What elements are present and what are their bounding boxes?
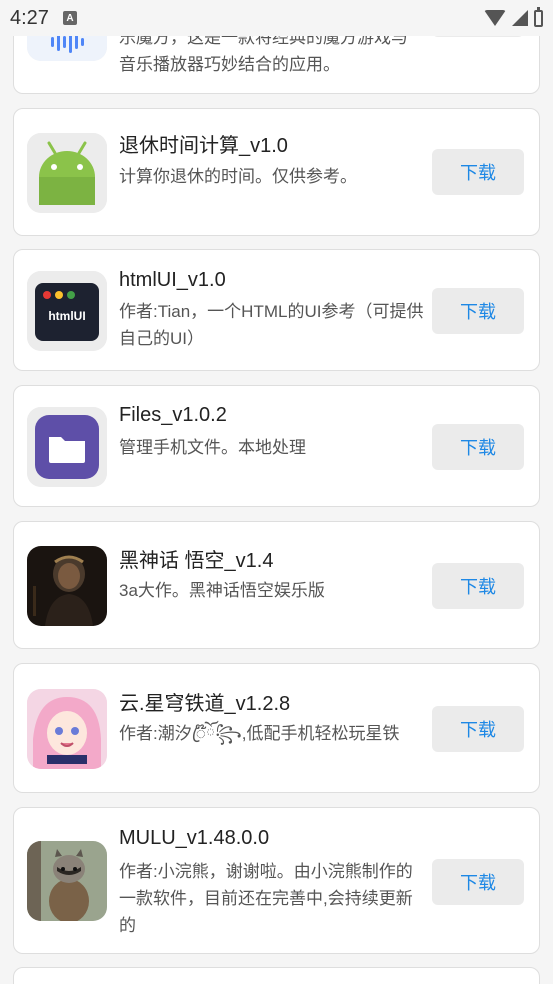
app-card[interactable]: MULU_v1.48.0.0 作者:小浣熊，谢谢啦。由小浣熊制作的一款软件，目前… <box>13 807 540 954</box>
app-description: 管理手机文件。本地处理 <box>119 438 306 457</box>
signal-icon <box>512 10 528 26</box>
download-button[interactable]: 下载 <box>432 563 524 609</box>
app-title: htmlUI_v1.0 <box>119 269 226 291</box>
download-button[interactable]: 下载 <box>432 859 524 905</box>
app-card[interactable]: 黑神话 悟空_v1.4 3a大作。黑神话悟空娱乐版 下载 <box>13 521 540 649</box>
download-button[interactable]: 下载 <box>432 288 524 334</box>
app-title: 黑神话 悟空_v1.4 <box>119 550 274 572</box>
anime-girl-icon <box>27 689 107 769</box>
app-description: 作者:小浣熊，谢谢啦。由小浣熊制作的一款软件，目前还在完善中,会持续更新的 <box>119 862 413 935</box>
html-ui-icon-label: htmlUI <box>48 309 86 323</box>
app-title: 退休时间计算_v1.0 <box>119 135 288 157</box>
wukong-portrait-icon <box>27 546 107 626</box>
app-card[interactable]: Files_v1.0.2 管理手机文件。本地处理 下载 <box>13 385 540 507</box>
app-description: 3a大作。黑神话悟空娱乐版 <box>119 581 325 600</box>
download-button[interactable]: 下载 <box>432 424 524 470</box>
wifi-icon <box>484 10 506 26</box>
app-card[interactable]: htmlUI htmlUI_v1.0 作者:Tian，一个HTML的UI参考（可… <box>13 249 540 371</box>
app-description: 计算你退休的时间。仅供参考。 <box>119 167 357 186</box>
raccoon-photo-icon <box>27 841 107 921</box>
app-description: 作者:Tian，一个HTML的UI参考（可提供自己的UI） <box>119 302 424 348</box>
status-bar: 4:27 A <box>0 0 553 36</box>
html-ui-icon: htmlUI <box>27 271 107 351</box>
app-description: 作者:潮汐ꦿ໊ོ꧂,低配手机轻松玩星铁 <box>119 724 400 743</box>
app-title: 云.星穹铁道_v1.2.8 <box>119 693 291 715</box>
battery-icon <box>534 6 543 27</box>
app-card[interactable] <box>13 967 540 984</box>
app-title: MULU_v1.48.0.0 <box>119 827 270 849</box>
folder-icon <box>27 407 107 487</box>
system-icons <box>484 6 543 27</box>
android-robot-icon <box>27 133 107 213</box>
notification-icon: A <box>62 11 77 25</box>
app-card[interactable]: 云.星穹铁道_v1.2.8 作者:潮汐ꦿ໊ོ꧂,低配手机轻松玩星铁 下载 <box>13 663 540 793</box>
download-button[interactable]: 下载 <box>432 706 524 752</box>
app-title: Files_v1.0.2 <box>119 404 227 426</box>
download-button[interactable]: 下载 <box>432 149 524 195</box>
app-card[interactable]: 退休时间计算_v1.0 计算你退休的时间。仅供参考。 下载 <box>13 108 540 236</box>
status-time: 4:27 <box>10 6 49 29</box>
